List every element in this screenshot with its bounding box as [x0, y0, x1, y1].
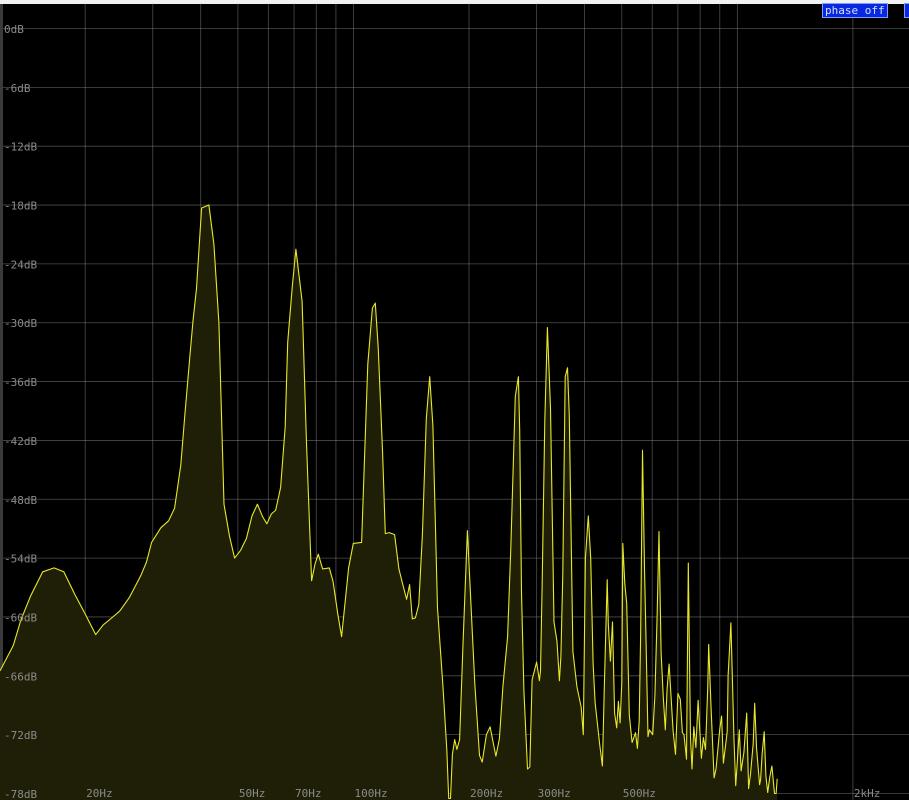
y-tick-label: -54dB [4, 553, 37, 566]
y-tick-label: -6dB [4, 82, 31, 95]
x-tick-label: 300Hz [538, 787, 571, 800]
x-tick-label: 20Hz [86, 787, 113, 800]
y-tick-label: -36dB [4, 376, 37, 389]
x-tick-label: 200Hz [470, 787, 503, 800]
y-tick-label: -18dB [4, 200, 37, 213]
x-tick-label: 70Hz [295, 787, 322, 800]
y-tick-label: -72dB [4, 729, 37, 742]
y-tick-label: 0dB [4, 23, 24, 36]
y-tick-label: -24dB [4, 258, 37, 271]
y-tick-label: -42dB [4, 435, 37, 448]
x-tick-label: 100Hz [354, 787, 387, 800]
phase-toggle-button[interactable]: phase off [822, 3, 888, 18]
y-tick-label: -78dB [4, 788, 37, 800]
y-tick-label: -60dB [4, 611, 37, 624]
options-button[interactable] [904, 3, 909, 18]
x-tick-label: 50Hz [239, 787, 266, 800]
y-tick-label: -48dB [4, 494, 37, 507]
spectrum-fill [0, 205, 778, 800]
x-tick-label: 2kHz [854, 787, 881, 800]
y-tick-label: -12dB [4, 141, 37, 154]
x-tick-label: 500Hz [623, 787, 656, 800]
y-tick-label: -66dB [4, 670, 37, 683]
y-tick-label: -30dB [4, 317, 37, 330]
spectrum-plot: 0dB -6dB -12dB -18dB -24dB -30dB -36dB -42dB -48… [0, 3, 909, 800]
